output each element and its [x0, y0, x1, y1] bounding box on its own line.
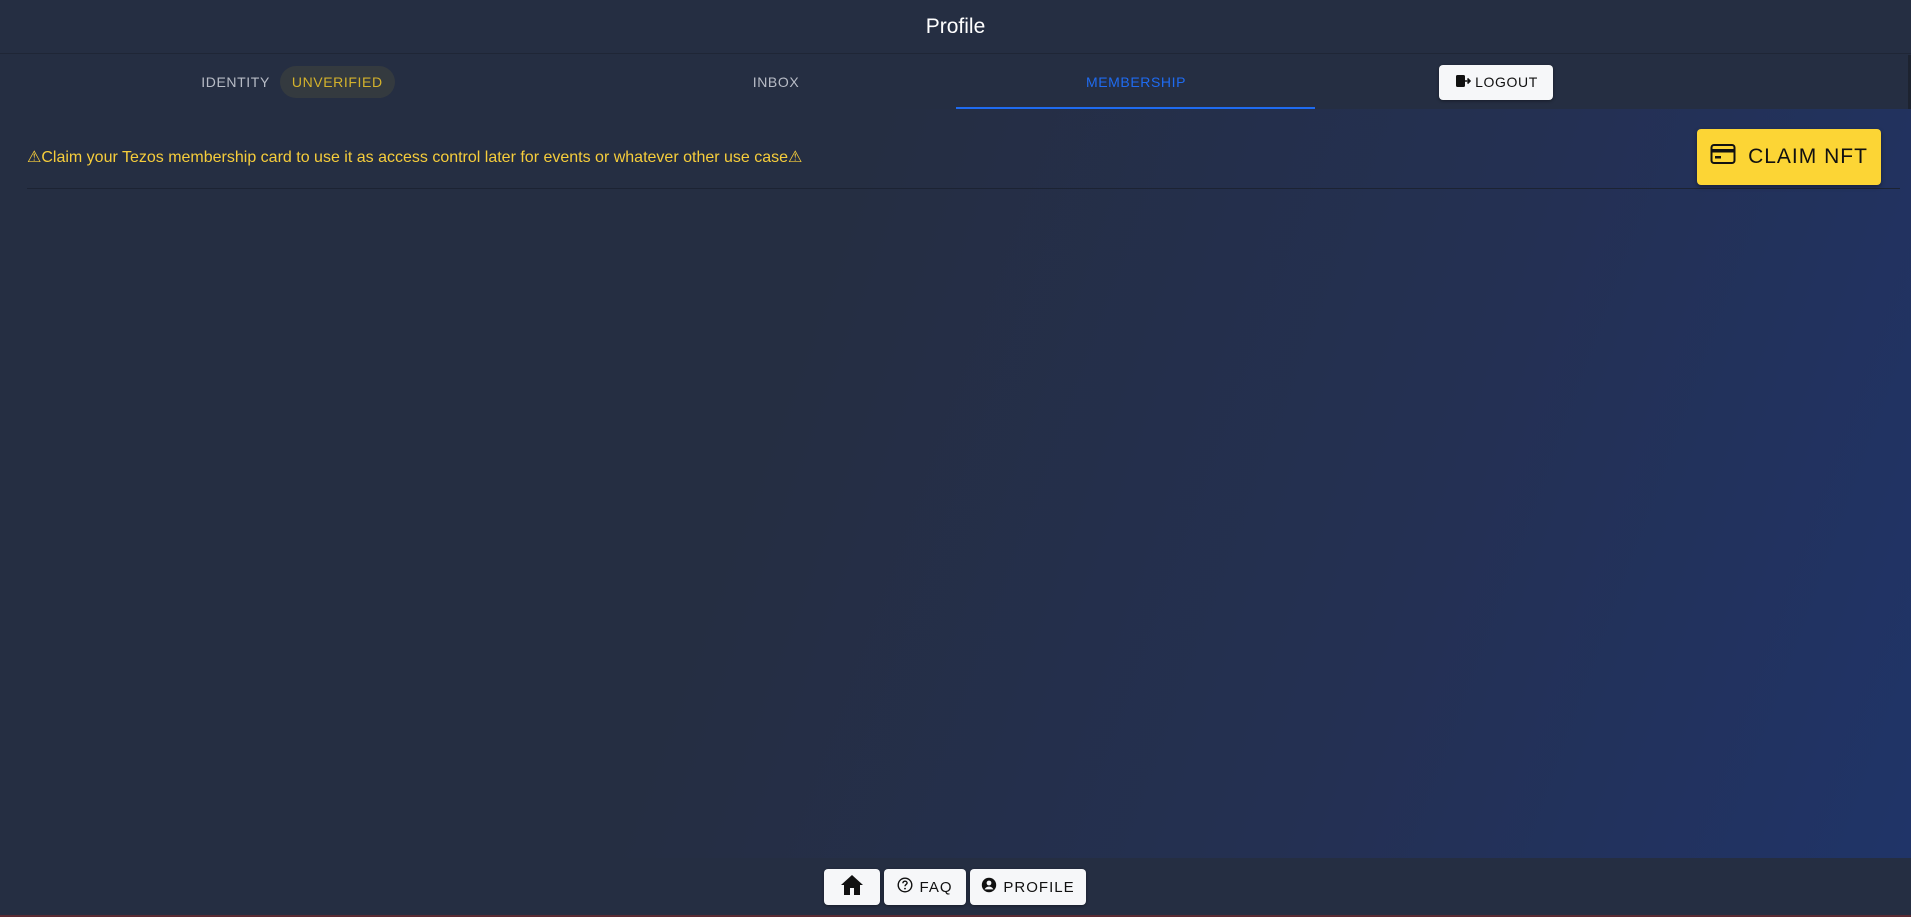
profile-tabs: IDENTITY UNVERIFIED INBOX MEMBERSHIP LOG… [0, 55, 1911, 109]
question-circle-icon [897, 877, 913, 897]
account-circle-icon [981, 877, 997, 897]
credit-card-icon [1710, 143, 1736, 171]
tab-identity-label: IDENTITY [201, 74, 270, 90]
app-header: Profile [0, 0, 1911, 54]
claim-nft-label: CLAIM NFT [1748, 145, 1868, 168]
logout-icon [1455, 73, 1472, 92]
unverified-badge: UNVERIFIED [279, 66, 395, 98]
page-title: Profile [925, 14, 986, 38]
tab-identity[interactable]: IDENTITY UNVERIFIED [0, 55, 596, 109]
logout-button[interactable]: LOGOUT [1439, 64, 1553, 100]
home-icon [840, 874, 864, 900]
home-button[interactable] [824, 869, 880, 905]
claim-nft-button[interactable]: CLAIM NFT [1697, 129, 1881, 185]
profile-label: PROFILE [1003, 878, 1075, 896]
logout-container: LOGOUT [1316, 55, 1676, 109]
bottom-nav: FAQ PROFILE [0, 858, 1911, 917]
faq-label: FAQ [919, 878, 953, 896]
logout-label: LOGOUT [1475, 74, 1538, 90]
tab-inbox-label: INBOX [752, 74, 800, 90]
tab-inbox[interactable]: INBOX [596, 55, 956, 109]
membership-panel: ⚠Claim your Tezos membership card to use… [0, 109, 1911, 858]
faq-button[interactable]: FAQ [884, 869, 966, 905]
profile-button[interactable]: PROFILE [970, 869, 1086, 905]
membership-warning-text: ⚠Claim your Tezos membership card to use… [27, 149, 803, 166]
tab-membership-label: MEMBERSHIP [1085, 74, 1187, 90]
tab-membership[interactable]: MEMBERSHIP [956, 55, 1316, 109]
membership-notice-row: ⚠Claim your Tezos membership card to use… [27, 109, 1900, 189]
